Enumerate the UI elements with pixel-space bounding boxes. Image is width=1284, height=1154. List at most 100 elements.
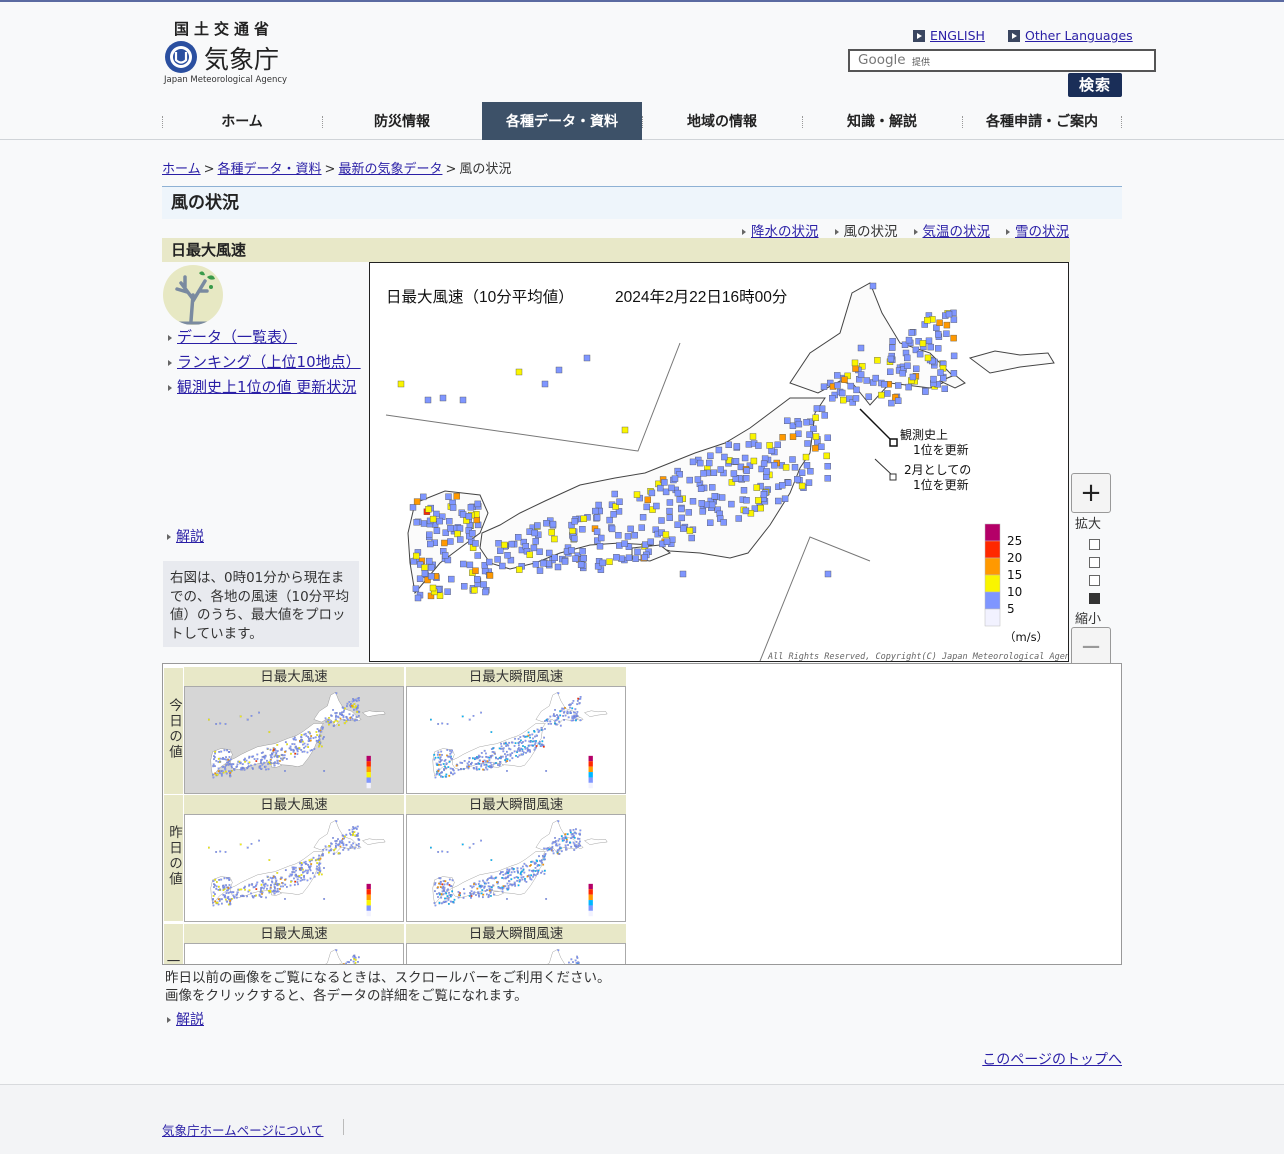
station-marker <box>572 828 575 831</box>
station-marker <box>503 742 505 745</box>
station-marker <box>480 763 483 766</box>
zoom-out-button[interactable]: − <box>1071 627 1111 667</box>
thumb-today-max[interactable]: 日最大風速 <box>184 667 404 794</box>
page-top-link[interactable]: このページのトップへ <box>982 1049 1122 1069</box>
thumb-image[interactable] <box>406 814 626 922</box>
station-marker <box>293 883 296 886</box>
search-input[interactable] <box>936 52 1151 70</box>
history-gallery[interactable]: 今日の値 日最大風速 日最大瞬間風速 昨日の値 日最大風速 日最大瞬間風速 一 … <box>162 663 1122 965</box>
station-marker <box>554 563 562 571</box>
station-marker <box>318 866 321 869</box>
station-marker <box>416 575 424 582</box>
zoom-in-button[interactable]: + <box>1071 473 1111 513</box>
station-marker <box>477 891 480 894</box>
subnav-snow[interactable]: 雪の状況 <box>1006 220 1069 240</box>
zoom-level-3[interactable] <box>1089 557 1100 568</box>
station-marker <box>208 718 210 721</box>
station-marker <box>451 749 453 752</box>
jma-logo[interactable]: 国土交通省 気象庁 Japan Meteorological Agency <box>164 18 294 90</box>
station-marker <box>228 760 230 763</box>
subnav-temperature[interactable]: 気温の状況 <box>913 220 990 240</box>
nav-data[interactable]: 各種データ・資料 <box>482 102 642 140</box>
side-link-record[interactable]: 観測史上1位の値 更新状況 <box>168 376 361 397</box>
station-marker <box>409 504 417 511</box>
nav-knowledge[interactable]: 知識・解説 <box>802 102 962 140</box>
station-marker <box>507 872 510 874</box>
station-marker <box>335 718 337 721</box>
station-marker <box>292 748 295 751</box>
station-marker <box>293 866 295 869</box>
zoom-level-1[interactable] <box>1089 593 1100 604</box>
station-marker <box>433 753 436 756</box>
breadcrumb-data[interactable]: 各種データ・資料 <box>218 162 322 177</box>
station-marker <box>271 877 273 880</box>
station-marker <box>791 464 799 471</box>
thumb-yesterday-gust[interactable]: 日最大瞬間風速 <box>406 795 626 922</box>
station-marker <box>229 886 232 889</box>
station-marker <box>945 310 953 318</box>
thumb-image[interactable] <box>184 686 404 794</box>
station-marker <box>212 763 215 766</box>
station-marker <box>521 753 524 756</box>
search-field[interactable]: Google 提供 <box>848 49 1156 72</box>
nav-disaster[interactable]: 防災情報 <box>322 102 482 140</box>
lang-other-link[interactable]: Other Languages <box>1025 28 1133 43</box>
station-marker <box>486 756 489 759</box>
side-link-ranking[interactable]: ランキング（上位10地点） <box>168 351 361 372</box>
thumb-image[interactable] <box>406 686 626 794</box>
wind-map[interactable]: 日最大風速（10分平均値） 2024年2月22日16時00分 観測史上 1位を更… <box>369 262 1069 662</box>
side-link-data-table[interactable]: データ（一覧表） <box>168 326 361 347</box>
station-marker <box>469 885 472 887</box>
thumb-image[interactable] <box>184 814 404 922</box>
subnav-precipitation[interactable]: 降水の状況 <box>742 220 819 240</box>
breadcrumb-home[interactable]: ホーム <box>162 162 201 177</box>
station-marker <box>573 843 576 846</box>
station-marker <box>301 750 304 753</box>
arrow-right-icon <box>1008 29 1020 42</box>
lang-other[interactable]: Other Languages <box>1008 28 1133 43</box>
nav-home[interactable]: ホーム <box>162 102 322 140</box>
station-marker <box>263 761 266 764</box>
breadcrumb-latest[interactable]: 最新の気象データ <box>338 162 442 177</box>
arrow-right-icon <box>167 534 171 540</box>
explain-link-bottom[interactable]: 解説 <box>167 1009 204 1029</box>
station-marker <box>219 757 222 760</box>
station-marker <box>519 872 522 875</box>
lang-english[interactable]: ENGLISH <box>913 28 985 43</box>
station-marker <box>785 479 792 486</box>
station-marker <box>339 840 341 843</box>
station-marker <box>245 759 248 762</box>
station-marker <box>235 894 238 896</box>
station-marker <box>466 561 474 569</box>
station-marker <box>262 887 265 890</box>
station-marker <box>470 761 473 764</box>
station-marker <box>214 765 216 768</box>
zoom-level-4[interactable] <box>1089 539 1100 550</box>
station-marker <box>671 475 679 482</box>
thumb-daybefore-gust[interactable]: 日最大瞬間風速 <box>406 924 626 964</box>
nav-applications[interactable]: 各種申請・ご案内 <box>962 102 1122 140</box>
station-marker <box>460 583 468 590</box>
station-marker <box>441 754 443 756</box>
station-marker <box>352 842 355 845</box>
explain-link-top[interactable]: 解説 <box>167 526 204 546</box>
station-marker <box>447 899 450 901</box>
thumb-yesterday-max[interactable]: 日最大風速 <box>184 795 404 922</box>
station-marker <box>749 433 757 440</box>
station-marker <box>436 517 443 525</box>
about-site-link[interactable]: 気象庁ホームページについて <box>162 1120 324 1139</box>
station-marker <box>572 717 575 720</box>
station-marker <box>252 768 254 770</box>
row-label-today: 今日の値 <box>164 668 183 794</box>
nav-regional[interactable]: 地域の情報 <box>642 102 802 140</box>
zoom-level-2[interactable] <box>1089 575 1100 586</box>
thumb-image[interactable] <box>406 943 626 964</box>
station-marker <box>480 711 482 714</box>
station-marker <box>488 894 490 896</box>
thumb-image[interactable] <box>184 943 404 964</box>
station-marker <box>899 370 906 377</box>
thumb-today-gust[interactable]: 日最大瞬間風速 <box>406 667 626 794</box>
search-button[interactable]: 検索 <box>1068 73 1122 97</box>
lang-english-link[interactable]: ENGLISH <box>930 28 985 43</box>
thumb-daybefore-max[interactable]: 日最大風速 <box>184 924 404 964</box>
